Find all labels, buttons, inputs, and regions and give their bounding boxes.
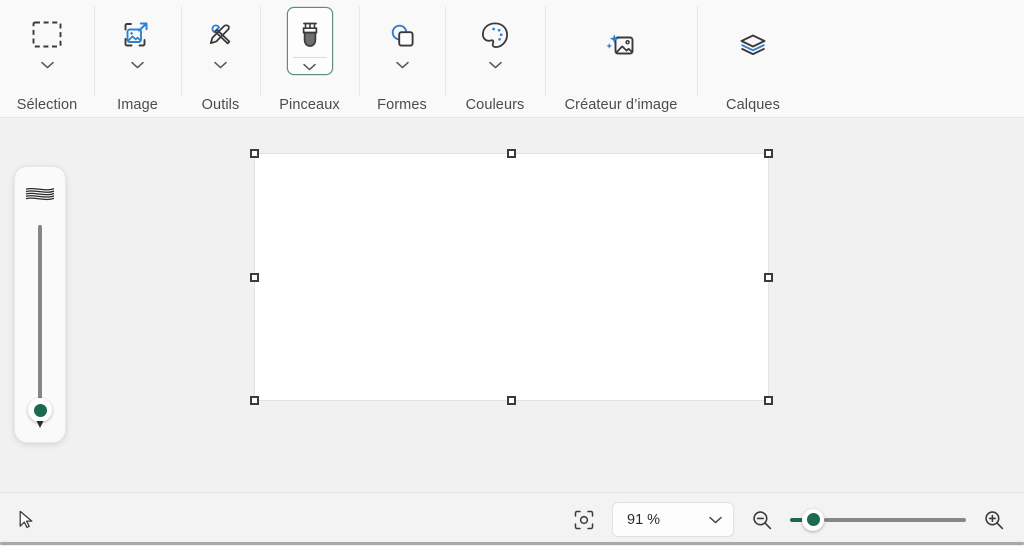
resize-handle-ne[interactable] — [764, 149, 773, 158]
ribbon-group-colors: Couleurs — [445, 0, 545, 118]
ribbon-group-tools: Outils — [181, 0, 260, 118]
resize-handle-se[interactable] — [764, 396, 773, 405]
tools-pencil-eyedropper-icon — [199, 15, 243, 55]
status-bar-right: 91 % — [568, 502, 1010, 537]
resize-handle-s[interactable] — [507, 396, 516, 405]
zoom-slider[interactable] — [790, 508, 966, 531]
image-canvas[interactable] — [250, 149, 773, 405]
ribbon-group-label: Outils — [201, 97, 240, 113]
ribbon-group-image: Image — [94, 0, 181, 118]
window-horizontal-scrollbar-thumb[interactable] — [0, 542, 1024, 545]
selection-button[interactable] — [24, 7, 70, 75]
brush-size-slider-pointer — [36, 421, 44, 428]
chevron-down-icon — [709, 512, 722, 528]
chevron-down-icon — [25, 57, 69, 73]
image-resize-icon — [116, 15, 160, 55]
brush-size-slider[interactable] — [26, 219, 54, 428]
colors-button[interactable] — [472, 7, 518, 75]
ribbon-group-label: Couleurs — [465, 97, 525, 113]
status-bar-left — [10, 504, 42, 536]
fit-to-window-icon[interactable] — [568, 504, 600, 536]
ribbon-toolbar: Sélection Image Outils Pinceaux Formes C… — [0, 0, 1024, 118]
zoom-out-icon[interactable] — [746, 504, 778, 536]
ribbon-group-label: Formes — [377, 97, 427, 113]
brushes-button[interactable] — [286, 7, 333, 75]
status-bar: 91 % — [0, 492, 1024, 546]
image-button[interactable] — [115, 7, 161, 75]
ribbon-group-label: Pinceaux — [279, 97, 340, 113]
resize-handle-w[interactable] — [250, 272, 259, 282]
zoom-in-icon[interactable] — [978, 504, 1010, 536]
canvas-work-area[interactable] — [0, 118, 1024, 492]
brush-size-slider-track — [38, 225, 42, 402]
color-palette-icon — [473, 15, 517, 55]
chevron-down-icon — [292, 57, 327, 73]
shapes-circle-square-icon — [380, 15, 424, 55]
ribbon-group-layers: Calques — [697, 0, 809, 118]
ribbon-group-label: Image — [117, 97, 158, 113]
mouse-pointer-icon — [10, 504, 42, 536]
zoom-level-value: 91 % — [627, 511, 661, 528]
layers-button[interactable] — [730, 12, 776, 80]
chevron-down-icon — [116, 57, 160, 73]
brush-size-panel — [14, 166, 66, 443]
ribbon-group-label: Sélection — [16, 97, 78, 113]
shapes-button[interactable] — [379, 7, 425, 75]
resize-handle-nw[interactable] — [250, 149, 259, 158]
image-creator-button[interactable] — [598, 12, 644, 80]
resize-handle-n[interactable] — [507, 149, 516, 158]
brush-size-slider-thumb[interactable] — [28, 398, 52, 422]
ribbon-group-label: Créateur d’image — [564, 97, 678, 113]
chevron-down-icon — [380, 57, 424, 73]
resize-handle-sw[interactable] — [250, 396, 259, 405]
canvas-sheet[interactable] — [255, 154, 768, 400]
selection-rectangle-icon — [25, 15, 69, 55]
zoom-slider-thumb[interactable] — [802, 508, 824, 531]
ribbon-group-label: Calques — [726, 97, 780, 113]
layers-icon — [731, 26, 775, 66]
brush-icon — [288, 15, 332, 55]
zoom-slider-track — [824, 517, 966, 522]
tools-button[interactable] — [198, 7, 244, 75]
resize-handle-e[interactable] — [764, 272, 773, 282]
chevron-down-icon — [473, 57, 517, 73]
ribbon-group-image-creator: Créateur d’image — [545, 0, 697, 118]
zoom-level-select[interactable]: 91 % — [612, 502, 734, 537]
ribbon-group-shapes: Formes — [359, 0, 445, 118]
brush-stroke-preview-icon — [23, 183, 57, 205]
image-creator-sparkle-icon — [599, 26, 643, 66]
paint-app-window: Sélection Image Outils Pinceaux Formes C… — [0, 0, 1024, 546]
window-horizontal-scrollbar[interactable] — [0, 541, 1024, 546]
chevron-down-icon — [199, 57, 243, 73]
ribbon-group-brushes: Pinceaux — [260, 0, 359, 118]
ribbon-group-selection: Sélection — [0, 0, 94, 118]
